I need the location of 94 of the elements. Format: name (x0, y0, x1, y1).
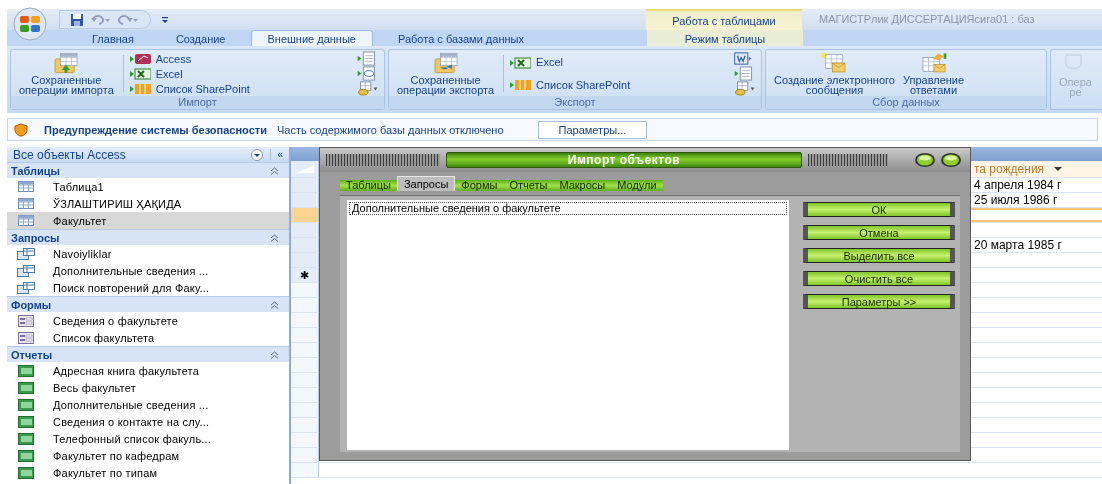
report-icon (17, 466, 35, 479)
group-header[interactable]: Отчеты (7, 346, 289, 362)
nav-item[interactable]: Сведения о контакте на слу... (7, 413, 289, 430)
dialog-tab[interactable]: Отчеты (503, 180, 554, 191)
window-title: МАГИСТРлик ДИССЕРТАЦИЯсига01 : баз (819, 13, 1035, 25)
form-icon (17, 331, 35, 344)
group-header[interactable]: Формы (7, 296, 289, 312)
round-button-icon[interactable] (914, 152, 936, 168)
collapse-pane-button[interactable]: « (270, 149, 289, 160)
ribbon-tab[interactable]: Создание (158, 30, 243, 46)
report-icon (17, 432, 35, 445)
list-icon (128, 82, 151, 95)
dialog-title: Импорт объектов (446, 152, 802, 168)
ribbon-tab[interactable]: Внешние данные (250, 30, 373, 46)
ribbon-tab[interactable]: Работа с базами данных (380, 30, 541, 46)
ribbon-button[interactable]: Excel (509, 55, 631, 69)
dialog-tab[interactable]: Формы (455, 180, 504, 191)
ribbon-button[interactable]: Управление ответами (898, 51, 969, 96)
group-label: Экспорт (389, 96, 761, 109)
dialog-tab[interactable]: Запросы (396, 176, 456, 191)
warning-message: Часть содержимого базы данных отключено (276, 123, 504, 136)
ribbon-button[interactable]: Access (128, 52, 250, 65)
pane-title: Все объекты Access (13, 147, 127, 162)
table-icon (17, 215, 35, 226)
group-header[interactable]: Таблицы (7, 162, 289, 178)
dialog-tab[interactable]: Таблицы (340, 180, 397, 191)
ribbon-tab[interactable]: Главная (75, 30, 151, 46)
table-cell-text: 4 апреля 1984 г (973, 178, 1063, 192)
report-icon (17, 449, 35, 462)
collapse-chevrons-icon (270, 166, 279, 175)
form-icon (17, 314, 35, 327)
nav-item[interactable]: Navoiyliklar (7, 245, 289, 262)
dropdown-arrow-icon[interactable] (1054, 166, 1063, 172)
nav-item[interactable]: Дополнительные сведения ... (7, 396, 289, 413)
group-header[interactable]: Запросы (7, 229, 289, 245)
ribbon-button[interactable]: Создание электронного сообщения (770, 51, 899, 96)
query-icon (17, 264, 35, 277)
dialog-button[interactable]: Очистить все (803, 271, 955, 286)
collapse-chevrons-icon (270, 350, 279, 359)
nav-item[interactable]: Факультет по кафедрам (7, 447, 289, 464)
table-cell-text: 20 марта 1985 г (973, 238, 1063, 252)
customize-caret-icon[interactable] (161, 15, 169, 24)
report-icon (17, 364, 35, 377)
report-icon (17, 398, 35, 411)
group-label: Сбор данных (766, 96, 1046, 109)
ribbon-button[interactable]: Список SharePoint (128, 82, 250, 95)
table-icon (17, 198, 35, 209)
spreadsheet-icon (509, 55, 532, 69)
table-cell-text: 25 июля 1986 г (973, 193, 1059, 207)
dialog-button[interactable]: Отмена (803, 225, 955, 240)
round-button-icon[interactable] (940, 152, 962, 168)
dialog-button[interactable]: ОК (803, 202, 955, 217)
context-tab-group-label: Работа с таблицами (646, 9, 802, 30)
nav-item[interactable]: Поиск повторений для Факу... (7, 279, 289, 296)
nav-item[interactable]: Таблица1 (7, 178, 289, 195)
nav-item[interactable]: Адресная книга факультета (7, 362, 289, 379)
collapse-chevrons-icon (270, 300, 279, 309)
query-icon (17, 247, 35, 260)
spreadsheet-icon (128, 67, 151, 80)
report-icon (17, 381, 35, 394)
save-icon[interactable] (70, 12, 84, 27)
nav-item[interactable]: Дополнительные сведения ... (7, 262, 289, 279)
nav-item[interactable]: Список факультета (7, 329, 289, 346)
ribbon-button[interactable]: Список SharePoint (509, 78, 631, 92)
object-list[interactable]: Дополнительные сведения о факультете (347, 200, 789, 450)
group-label: Импорт (11, 96, 384, 109)
collapse-chevrons-icon (270, 233, 279, 242)
nav-item[interactable]: Весь факультет (7, 379, 289, 396)
nav-item[interactable]: ЎЗЛАШТИРИШ ҲАҚИДА (7, 195, 289, 212)
nav-item[interactable]: Факультет по типам (7, 464, 289, 481)
undo-icon[interactable] (90, 13, 112, 26)
nav-item[interactable]: Сведения о факультете (7, 312, 289, 329)
new-row-marker: ✱ (291, 268, 319, 282)
database-icon[interactable] (356, 81, 380, 96)
nav-item[interactable]: Телефонный список факуль... (7, 430, 289, 447)
warning-title: Предупреждение системы безопасности (44, 123, 267, 136)
list-icon (509, 78, 532, 92)
table-icon (17, 181, 35, 192)
dialog-button[interactable]: Параметры >> (803, 294, 955, 309)
database-icon[interactable] (733, 81, 757, 96)
ribbon-button[interactable]: Сохраненные операции импорта (15, 51, 118, 96)
query-icon (17, 281, 35, 294)
options-button[interactable]: Параметры... (537, 120, 648, 139)
list-item[interactable]: Дополнительные сведения о факультете (349, 202, 787, 215)
dialog-button[interactable]: Выделить все (803, 248, 955, 263)
ribbon-button[interactable]: Сохраненные операции экспорта (393, 51, 499, 96)
redo-icon[interactable] (118, 13, 140, 26)
nav-item[interactable]: Факультет (7, 212, 289, 229)
ribbon-button[interactable]: Excel (128, 67, 250, 80)
dropdown-icon[interactable] (250, 148, 265, 161)
dialog-tab[interactable]: Макросы (553, 180, 612, 191)
dialog-tab[interactable]: Модули (611, 180, 663, 191)
report-icon (17, 415, 35, 428)
shield-icon (14, 122, 28, 137)
